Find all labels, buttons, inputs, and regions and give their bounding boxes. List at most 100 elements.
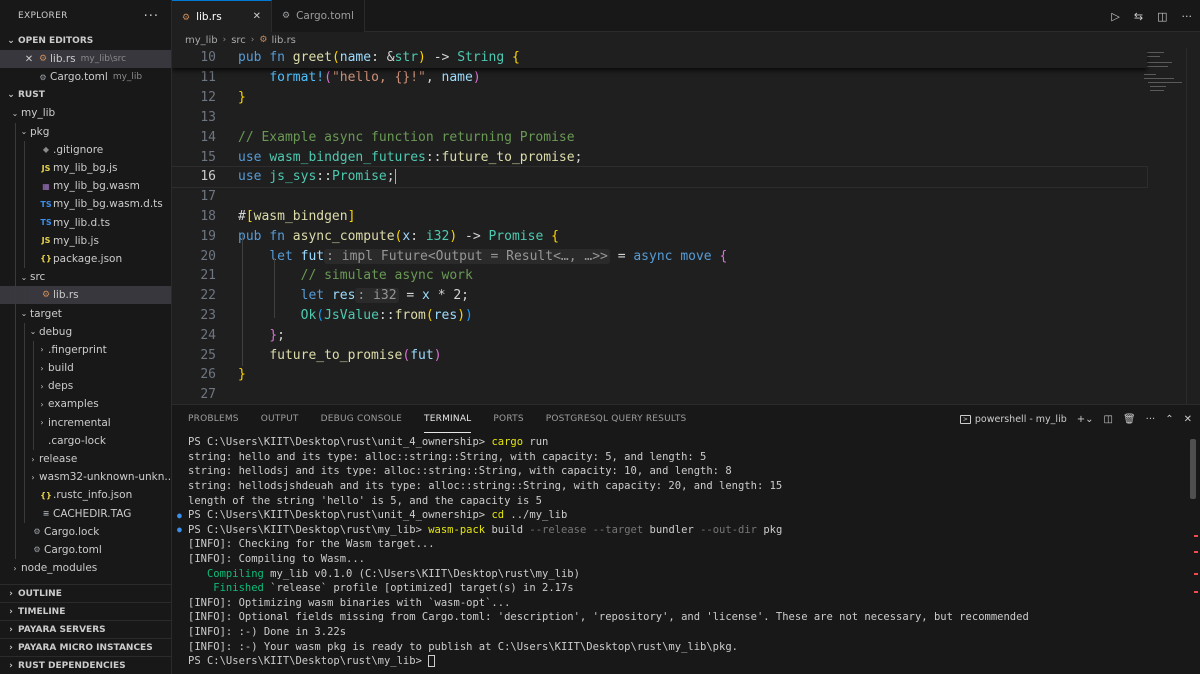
tab-debug-console[interactable]: DEBUG CONSOLE [321, 405, 402, 433]
tab-problems[interactable]: PROBLEMS [188, 405, 239, 433]
code-line[interactable]: 23 Ok(JsValue::from(res)) [172, 306, 1147, 326]
terminal-output[interactable]: PS C:\Users\KIIT\Desktop\rust\unit_4_own… [172, 435, 1182, 669]
file-item[interactable]: {} package.json [0, 249, 171, 269]
more-icon[interactable]: ··· [1146, 414, 1156, 425]
file-item[interactable]: ⚙ Cargo.toml [0, 540, 171, 560]
code-line[interactable]: 19 pub fn async_compute(x: i32) -> Promis… [172, 226, 1147, 246]
code-line[interactable]: 24 }; [172, 325, 1147, 345]
folder-item[interactable]: › build [0, 359, 171, 378]
code-line[interactable]: 27 [172, 385, 1147, 404]
split-editor-icon[interactable]: ◫ [1157, 10, 1167, 23]
folder-item[interactable]: › node_modules [0, 559, 171, 577]
file-item[interactable]: {} .rustc_info.json [0, 486, 171, 505]
code-line[interactable]: 16 use js_sys::Promise; [172, 166, 1148, 188]
chevron-right-icon: › [31, 472, 35, 482]
close-icon[interactable]: ✕ [22, 54, 36, 65]
compare-icon[interactable]: ⇆ [1134, 10, 1143, 23]
breadcrumb-item[interactable]: lib.rs [271, 35, 295, 46]
code-token: let [300, 288, 332, 304]
file-item[interactable]: ≡ CACHEDIR.TAG [0, 504, 171, 523]
breadcrumb-item[interactable]: my_lib [185, 35, 218, 46]
folder-item[interactable]: ⌄ debug [0, 322, 171, 341]
tab-terminal[interactable]: TERMINAL [424, 405, 472, 433]
folder-item[interactable]: › wasm32-unknown-unkn... [0, 468, 171, 487]
file-item[interactable]: TS my_lib_bg.wasm.d.ts [0, 195, 171, 214]
line-number: 19 [200, 228, 216, 244]
command-decoration-icon[interactable]: ● [177, 525, 182, 534]
section-payara-micro-instances[interactable]: › PAYARA MICRO INSTANCES [0, 638, 171, 656]
breadcrumb-item[interactable]: src [231, 35, 246, 46]
overview-ruler[interactable] [1186, 48, 1200, 404]
folder-item[interactable]: ⌄ target [0, 304, 171, 323]
open-editor-item[interactable]: ✕ ⚙ lib.rs my_lib\src [0, 50, 171, 69]
open-editor-item[interactable]: ⚙ Cargo.toml my_lib [0, 68, 171, 86]
tab-postgresql-query-results[interactable]: POSTGRESQL QUERY RESULTS [546, 405, 687, 433]
code-token: { [511, 50, 520, 66]
tab-cargo-toml[interactable]: ⚙ Cargo.toml [272, 0, 365, 32]
code-line[interactable]: 12} [172, 88, 1147, 108]
command-decoration-icon[interactable]: ● [177, 511, 182, 520]
code-editor[interactable]: 10 pub fn greet(name: &str) -> String {11… [172, 48, 1200, 404]
folder-item[interactable]: ⌄ src [0, 268, 171, 287]
code-line[interactable]: 20 let fut: impl Future<Output = Result<… [172, 246, 1147, 266]
maximize-icon[interactable]: ⌃ [1165, 414, 1173, 425]
code-line[interactable]: 18 #[wasm_bindgen] [172, 207, 1147, 227]
code-line[interactable]: 21 // simulate async work [172, 266, 1147, 286]
code-line[interactable]: 14 // Example async function returning Pr… [172, 127, 1147, 147]
code-line[interactable]: 26} [172, 365, 1147, 385]
file-item[interactable]: ⚙ lib.rs [0, 286, 171, 305]
workspace-section[interactable]: ⌄ RUST [0, 86, 171, 104]
folder-item[interactable]: › .fingerprint [0, 340, 171, 359]
folder-item[interactable]: › incremental [0, 413, 171, 432]
close-icon[interactable]: ✕ [1184, 414, 1192, 425]
file-item[interactable]: JS my_lib_bg.js [0, 158, 171, 178]
code-token: ; [574, 149, 583, 165]
file-item[interactable]: JS my_lib.js [0, 231, 171, 250]
code-line[interactable]: 22 let res: i32 = x * 2; [172, 286, 1147, 306]
new-terminal-icon[interactable]: +⌄ [1077, 414, 1094, 425]
folder-item[interactable]: › deps [0, 377, 171, 396]
code-line[interactable]: 10 pub fn greet(name: &str) -> String { [172, 48, 1147, 68]
terminal-selector[interactable]: > powershell - my_lib [959, 414, 1067, 425]
tab-lib-rs[interactable]: ⚙ lib.rs ✕ [172, 0, 272, 32]
code-line[interactable]: 11 format!("hello, {}!", name) [172, 68, 1147, 88]
more-actions-icon[interactable]: ··· [144, 9, 159, 24]
folder-item[interactable]: › release [0, 449, 171, 469]
folder-item[interactable]: ⌄ pkg [0, 122, 171, 141]
section-rust-dependencies[interactable]: › RUST DEPENDENCIES [0, 656, 171, 674]
tree-item-label: my_lib_bg.wasm.d.ts [53, 198, 163, 211]
run-icon[interactable]: ▷ [1111, 10, 1119, 23]
code-line[interactable]: 17 [172, 187, 1147, 207]
file-item[interactable]: ▦ my_lib_bg.wasm [0, 177, 171, 196]
section-outline[interactable]: › OUTLINE [0, 584, 171, 602]
section-timeline[interactable]: › TIMELINE [0, 602, 171, 620]
open-editors-section[interactable]: ⌄ OPEN EDITORS [0, 32, 171, 50]
section-payara-servers[interactable]: › PAYARA SERVERS [0, 620, 171, 638]
file-item[interactable]: ⚙ Cargo.lock [0, 522, 171, 541]
file-item[interactable]: ◆ .gitignore [0, 140, 171, 159]
line-number: 12 [200, 90, 216, 106]
tab-ports[interactable]: PORTS [493, 405, 523, 433]
code-line[interactable]: 13 [172, 108, 1147, 128]
terminal-scrollbar[interactable] [1186, 435, 1200, 674]
folder-item[interactable]: › examples [0, 395, 171, 414]
trash-icon[interactable]: 🗑 [1123, 414, 1136, 425]
code-line[interactable]: 15 use wasm_bindgen_futures::future_to_pr… [172, 147, 1147, 167]
code-token: { [551, 228, 559, 244]
file-item[interactable]: TS my_lib.d.ts [0, 213, 171, 232]
minimap[interactable] [1142, 48, 1186, 108]
code-token: x [422, 288, 430, 304]
file-item[interactable]: .cargo-lock [0, 431, 171, 450]
tree-item-label: .cargo-lock [48, 434, 106, 447]
section-label: RUST DEPENDENCIES [18, 660, 126, 671]
close-icon[interactable]: ✕ [253, 11, 261, 22]
tab-output[interactable]: OUTPUT [261, 405, 299, 433]
folder-item[interactable]: ⌄ my_lib [0, 104, 171, 122]
split-terminal-icon[interactable]: ◫ [1104, 414, 1113, 425]
scrollbar-thumb[interactable] [1190, 439, 1196, 499]
more-icon[interactable]: ··· [1182, 10, 1193, 23]
chevron-right-icon: › [13, 563, 17, 573]
code-line[interactable]: 25 future_to_promise(fut) [172, 345, 1147, 365]
